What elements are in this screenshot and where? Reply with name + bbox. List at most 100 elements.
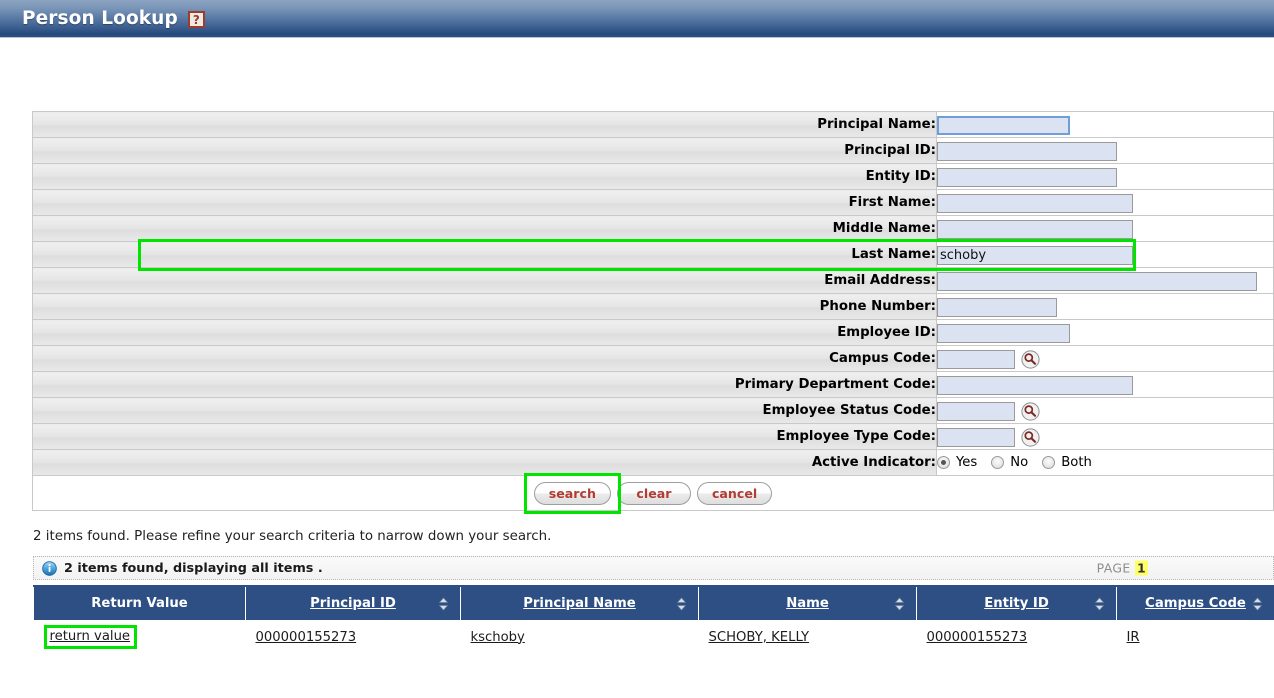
criteria-row-first-name: First Name: xyxy=(32,189,1274,216)
sort-arrows-icon-entity-id[interactable] xyxy=(1094,597,1105,611)
input-primary-department-code[interactable] xyxy=(937,375,1133,395)
label-employee-status-code: Employee Status Code: xyxy=(32,397,937,424)
question-help-icon[interactable]: ? xyxy=(187,11,205,28)
results-column-header-entity-id[interactable]: Entity ID xyxy=(916,585,1117,621)
lookup-magnifier-icon-campus-code[interactable] xyxy=(1021,349,1040,369)
results-info-message: 2 items found, displaying all items . xyxy=(64,560,323,576)
sort-arrows-icon-principal-name[interactable] xyxy=(676,597,687,611)
input-campus-code[interactable] xyxy=(937,349,1015,369)
search-button[interactable]: search xyxy=(533,481,611,505)
page-indicator: PAGE 1 xyxy=(1096,560,1148,576)
input-employee-id[interactable] xyxy=(937,323,1070,343)
label-campus-code: Campus Code: xyxy=(32,345,937,372)
results-table: Return Value Principal ID Principal Name Na… xyxy=(33,585,1274,653)
link-campus-code[interactable]: IR xyxy=(1127,630,1140,645)
radio-option-both[interactable]: Both xyxy=(1042,455,1092,470)
radio-yes-icon[interactable] xyxy=(937,456,950,469)
cell-phone-number xyxy=(936,293,1274,320)
label-first-name: First Name: xyxy=(32,189,937,216)
criteria-row-employee-id: Employee ID: xyxy=(32,319,1274,346)
lookup-magnifier-icon-employee-status-code[interactable] xyxy=(1021,401,1040,421)
cell-entity-id xyxy=(936,163,1274,190)
results-found-message: 2 items found. Please refine your search… xyxy=(33,529,552,544)
label-phone-number: Phone Number: xyxy=(32,293,937,320)
label-active-indicator: Active Indicator: xyxy=(32,449,937,476)
criteria-row-email-address: Email Address: xyxy=(32,267,1274,294)
action-button-bar: search clear cancel xyxy=(533,481,773,505)
cell-primary-department-code xyxy=(936,371,1274,398)
input-first-name[interactable] xyxy=(937,193,1133,213)
cell-first-name xyxy=(936,189,1274,216)
input-email-address[interactable] xyxy=(937,271,1257,291)
label-principal-name: Principal Name: xyxy=(32,111,937,138)
input-phone-number[interactable] xyxy=(937,297,1057,317)
radio-no-icon[interactable] xyxy=(991,456,1005,469)
input-middle-name[interactable] xyxy=(937,219,1133,239)
input-principal-id[interactable] xyxy=(937,141,1117,161)
label-entity-id: Entity ID: xyxy=(32,163,937,190)
link-principal-name[interactable]: kschoby xyxy=(471,630,525,645)
radio-option-no[interactable]: No xyxy=(991,455,1028,470)
input-principal-name[interactable] xyxy=(937,115,1070,135)
link-name[interactable]: SCHOBY, KELLY xyxy=(709,630,810,645)
radio-label-yes: Yes xyxy=(956,455,978,470)
criteria-row-principal-name: Principal Name: xyxy=(32,111,1274,138)
radio-label-no: No xyxy=(1010,455,1029,470)
column-label-return-value: Return Value xyxy=(91,596,188,611)
cell-middle-name xyxy=(936,215,1274,242)
radio-option-yes[interactable]: Yes xyxy=(937,455,977,470)
criteria-row-campus-code: Campus Code: xyxy=(32,345,1274,372)
radio-both-icon[interactable] xyxy=(1042,456,1056,469)
lookup-magnifier-icon-employee-type-code[interactable] xyxy=(1021,427,1040,447)
cell-entity-id: 000000155273 xyxy=(916,620,1117,653)
cell-employee-id xyxy=(936,319,1274,346)
link-principal-id[interactable]: 000000155273 xyxy=(256,630,357,645)
label-last-name: Last Name: xyxy=(32,241,937,268)
results-column-header-name[interactable]: Name xyxy=(698,585,917,621)
column-label-campus-code[interactable]: Campus Code xyxy=(1145,596,1246,611)
results-column-header-campus-code[interactable]: Campus Code xyxy=(1116,585,1274,621)
cell-principal-id: 000000155273 xyxy=(245,620,461,653)
results-column-header-principal-name[interactable]: Principal Name xyxy=(460,585,699,621)
criteria-row-entity-id: Entity ID: xyxy=(32,163,1274,190)
info-circle-icon xyxy=(42,560,57,576)
button-row-cell: search clear cancel xyxy=(32,475,1274,511)
link-return-value[interactable]: return value xyxy=(50,629,131,644)
sort-arrows-icon-campus-code[interactable] xyxy=(1252,597,1263,611)
link-entity-id[interactable]: 000000155273 xyxy=(927,630,1028,645)
input-employee-type-code[interactable] xyxy=(937,427,1015,447)
lookup-criteria-table: Principal Name: Principal ID: Entity ID: Fi… xyxy=(32,111,1274,511)
criteria-row-primary-department-code: Primary Department Code: xyxy=(32,371,1274,398)
label-employee-type-code: Employee Type Code: xyxy=(32,423,937,450)
column-label-principal-id[interactable]: Principal ID xyxy=(310,596,396,611)
active-indicator-radio-group: Yes No Both xyxy=(937,455,1273,470)
clear-button[interactable]: clear xyxy=(616,481,691,505)
input-entity-id[interactable] xyxy=(937,167,1117,187)
criteria-row-principal-id: Principal ID: xyxy=(32,137,1274,164)
cell-principal-name: kschoby xyxy=(460,620,699,653)
radio-label-both: Both xyxy=(1061,455,1092,470)
cell-last-name xyxy=(936,241,1274,268)
sort-arrows-icon-name[interactable] xyxy=(894,597,905,611)
column-label-principal-name[interactable]: Principal Name xyxy=(523,596,636,611)
cell-campus-code: IR xyxy=(1116,620,1274,653)
label-employee-id: Employee ID: xyxy=(32,319,937,346)
results-header-row: Return Value Principal ID Principal Name Na… xyxy=(33,585,1274,621)
cancel-button[interactable]: cancel xyxy=(696,481,773,505)
cell-email-address xyxy=(936,267,1274,294)
criteria-row-active-indicator: Active Indicator: Yes No Both xyxy=(32,449,1274,476)
page-number: 1 xyxy=(1134,560,1148,576)
sort-arrows-icon-principal-id[interactable] xyxy=(438,597,449,611)
results-column-header-principal-id[interactable]: Principal ID xyxy=(245,585,461,621)
app-title-bar: Person Lookup ? xyxy=(0,0,1274,38)
label-primary-department-code: Primary Department Code: xyxy=(32,371,937,398)
table-row: return value 000000155273 kschoby SCHOBY, K… xyxy=(33,620,1274,653)
column-label-name[interactable]: Name xyxy=(786,596,829,611)
cell-principal-id xyxy=(936,137,1274,164)
column-label-entity-id[interactable]: Entity ID xyxy=(984,596,1049,611)
page-label: PAGE xyxy=(1096,560,1131,576)
input-last-name[interactable] xyxy=(937,245,1133,265)
cell-employee-status-code xyxy=(936,397,1274,424)
cell-name: SCHOBY, KELLY xyxy=(698,620,917,653)
input-employee-status-code[interactable] xyxy=(937,401,1015,421)
